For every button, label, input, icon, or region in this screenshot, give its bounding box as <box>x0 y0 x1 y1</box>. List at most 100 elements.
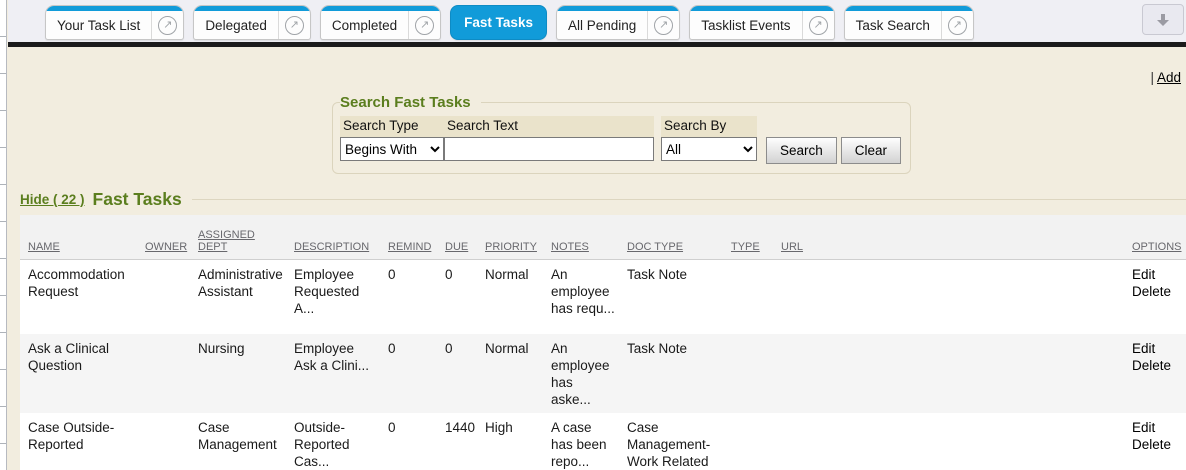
action-row: |Add <box>8 47 1186 85</box>
delete-link[interactable]: Delete <box>1132 283 1182 300</box>
cell-options: Edit Delete <box>1124 260 1186 334</box>
add-separator: | <box>1150 70 1154 85</box>
cell-priority: High <box>477 413 543 470</box>
cell-remind: 0 <box>380 334 437 413</box>
open-new-window-icon[interactable]: ↗ <box>158 16 177 35</box>
cell-owner <box>137 260 190 334</box>
tab-task-search[interactable]: Task Search ↗ <box>844 5 974 40</box>
column-header-due[interactable]: DUE <box>437 215 477 260</box>
cell-url <box>773 413 1124 470</box>
open-new-window-icon[interactable]: ↗ <box>654 16 673 35</box>
cell-options: Edit Delete <box>1124 334 1186 413</box>
cell-notes: An employee has aske... <box>543 334 619 413</box>
search-by-select[interactable]: All <box>661 137 757 161</box>
edit-link[interactable]: Edit <box>1132 266 1182 283</box>
edit-link[interactable]: Edit <box>1132 419 1182 436</box>
cell-owner <box>137 334 190 413</box>
search-type-select[interactable]: Begins With <box>340 137 444 161</box>
cell-owner <box>137 413 190 470</box>
cell-remind: 0 <box>380 413 437 470</box>
cell-description: Outside-Reported Cas... <box>286 413 380 470</box>
tab-delegated[interactable]: Delegated ↗ <box>193 5 311 40</box>
tab-completed[interactable]: Completed ↗ <box>320 5 441 40</box>
cell-type <box>723 260 773 334</box>
table-header-row: NAME OWNER ASSIGNED DEPT DESCRIPTION REM… <box>20 215 1186 260</box>
search-fast-tasks-panel: Search Fast Tasks Search Type Begins Wit… <box>332 94 911 174</box>
column-header-owner[interactable]: OWNER <box>137 215 190 260</box>
cell-notes: An employee has requ... <box>543 260 619 334</box>
delete-link[interactable]: Delete <box>1132 357 1182 374</box>
clear-button[interactable]: Clear <box>841 137 901 164</box>
cell-due: 0 <box>437 260 477 334</box>
search-by-label: Search By <box>661 116 757 137</box>
cell-dept: Case Management <box>190 413 286 470</box>
column-header-assigned-dept[interactable]: ASSIGNED DEPT <box>190 215 286 260</box>
column-header-priority[interactable]: PRIORITY <box>477 215 543 260</box>
left-resize-rail[interactable] <box>0 0 7 470</box>
tab-fast-tasks-active[interactable]: Fast Tasks <box>450 5 547 40</box>
cell-priority: Normal <box>477 334 543 413</box>
column-header-description[interactable]: DESCRIPTION <box>286 215 380 260</box>
search-button[interactable]: Search <box>766 137 837 164</box>
cell-doc-type: Task Note <box>619 260 723 334</box>
tab-bar: Your Task List ↗ Delegated ↗ Completed ↗… <box>8 0 1186 42</box>
open-new-window-icon[interactable]: ↗ <box>948 16 967 35</box>
cell-doc-type: Task Note <box>619 334 723 413</box>
cell-dept: Nursing <box>190 334 286 413</box>
column-header-url[interactable]: URL <box>773 215 1124 260</box>
cell-dept: Administrative Assistant <box>190 260 286 334</box>
cell-url <box>773 260 1124 334</box>
tab-label: Your Task List <box>46 18 151 33</box>
cell-url <box>773 334 1124 413</box>
hide-count-link[interactable]: Hide ( 22 ) <box>20 192 85 207</box>
cell-due: 0 <box>437 334 477 413</box>
cell-due: 1440 <box>437 413 477 470</box>
edit-link[interactable]: Edit <box>1132 340 1182 357</box>
cell-doc-type: Case Management-Work Related Note <box>619 413 723 470</box>
tab-your-task-list[interactable]: Your Task List ↗ <box>45 5 184 40</box>
cell-priority: Normal <box>477 260 543 334</box>
column-header-remind[interactable]: REMIND <box>380 215 437 260</box>
cell-name: Ask a Clinical Question <box>20 334 137 413</box>
search-panel-title: Search Fast Tasks <box>340 94 481 111</box>
open-new-window-icon[interactable]: ↗ <box>415 16 434 35</box>
cell-type <box>723 413 773 470</box>
tab-label: Delegated <box>194 18 278 33</box>
add-link[interactable]: Add <box>1157 70 1181 85</box>
tab-tasklist-events[interactable]: Tasklist Events ↗ <box>689 5 834 40</box>
scroll-tabs-button[interactable] <box>1142 4 1184 35</box>
down-arrow-icon <box>1155 12 1171 28</box>
cell-description: Employee Ask a Clini... <box>286 334 380 413</box>
table-row: Ask a Clinical Question Nursing Employee… <box>20 334 1186 413</box>
fast-tasks-heading: Hide ( 22 ) Fast Tasks <box>20 189 1186 210</box>
open-new-window-icon[interactable]: ↗ <box>285 16 304 35</box>
tab-label: Task Search <box>845 18 941 33</box>
cell-type <box>723 334 773 413</box>
column-header-options[interactable]: OPTIONS <box>1124 215 1186 260</box>
table-row: Accommodation Request Administrative Ass… <box>20 260 1186 334</box>
tab-all-pending[interactable]: All Pending ↗ <box>556 5 680 40</box>
search-text-label: Search Text <box>444 116 654 137</box>
tab-label: Fast Tasks <box>464 15 533 30</box>
tab-label: Tasklist Events <box>690 18 801 33</box>
cell-name: Case Outside-Reported <box>20 413 137 470</box>
search-gap <box>654 116 661 137</box>
fast-tasks-title: Fast Tasks <box>93 189 182 210</box>
search-type-label: Search Type <box>340 116 444 137</box>
column-header-notes[interactable]: NOTES <box>543 215 619 260</box>
column-header-type[interactable]: TYPE <box>723 215 773 260</box>
fast-tasks-table: NAME OWNER ASSIGNED DEPT DESCRIPTION REM… <box>20 215 1186 470</box>
open-new-window-icon[interactable]: ↗ <box>809 16 828 35</box>
page: Your Task List ↗ Delegated ↗ Completed ↗… <box>8 0 1186 470</box>
cell-options: Edit Delete <box>1124 413 1186 470</box>
cell-notes: A case has been repo... <box>543 413 619 470</box>
search-text-input[interactable] <box>444 137 654 161</box>
cell-name: Accommodation Request <box>20 260 137 334</box>
column-header-name[interactable]: NAME <box>20 215 137 260</box>
delete-link[interactable]: Delete <box>1132 436 1182 453</box>
tab-label: All Pending <box>557 18 647 33</box>
column-header-doc-type[interactable]: DOC TYPE <box>619 215 723 260</box>
cell-description: Employee Requested A... <box>286 260 380 334</box>
tab-label: Completed <box>321 18 408 33</box>
cell-remind: 0 <box>380 260 437 334</box>
